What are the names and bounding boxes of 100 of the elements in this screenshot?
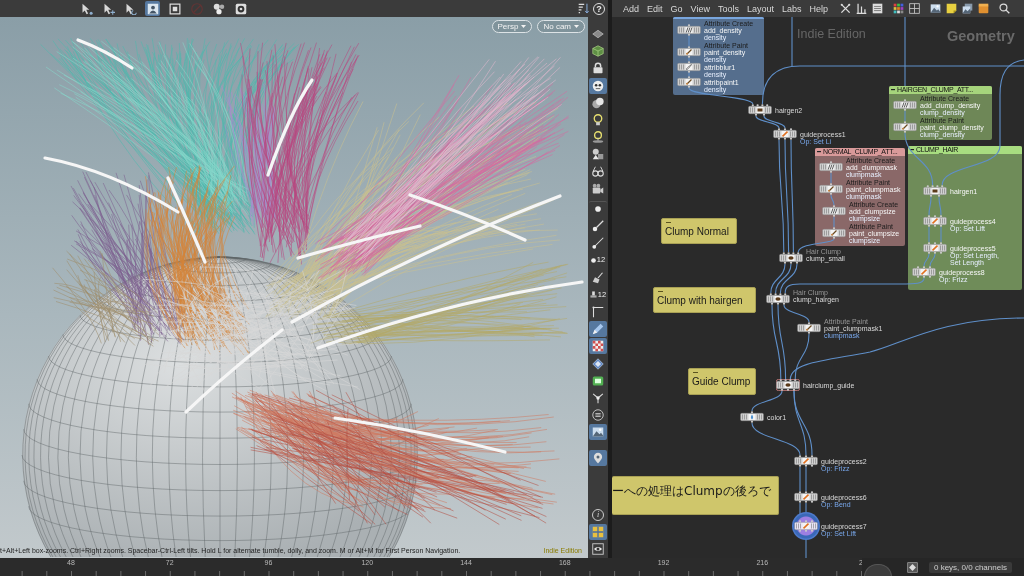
network-tool-button[interactable] — [929, 2, 941, 15]
minus-icon[interactable] — [817, 151, 821, 153]
connection-wire[interactable] — [763, 115, 786, 129]
node-tile[interactable] — [923, 185, 947, 197]
network-tool-button[interactable] — [892, 2, 904, 15]
menu-item[interactable]: Go — [670, 3, 683, 14]
minus-icon[interactable] — [693, 372, 698, 374]
viewport-tool-button[interactable] — [589, 449, 607, 466]
menu-item[interactable]: Edit — [647, 3, 663, 14]
connection-wire[interactable] — [775, 263, 792, 294]
picture-stack-icon — [961, 3, 973, 14]
menu-item[interactable]: Tools — [717, 3, 739, 14]
node-tile[interactable] — [822, 205, 846, 217]
connection-wire[interactable] — [777, 304, 787, 380]
viewport-tool-button[interactable] — [589, 407, 607, 424]
node-tile[interactable] — [794, 520, 818, 532]
connection-wire[interactable] — [778, 139, 785, 253]
node-tile[interactable] — [912, 266, 936, 278]
node-tile[interactable] — [822, 227, 846, 239]
connection-wire[interactable] — [770, 263, 786, 294]
node-tile[interactable] — [779, 252, 803, 264]
viewport-tool-button[interactable] — [589, 355, 607, 372]
sticky-note[interactable]: Clump with hairgen — [653, 287, 756, 313]
brush-stroke-icon — [802, 457, 810, 465]
menu-item[interactable]: Labs — [781, 3, 802, 14]
viewport-tool-button[interactable] — [167, 1, 182, 16]
viewport-tool-button[interactable] — [145, 1, 160, 16]
network-canvas[interactable] — [608, 17, 1024, 558]
channel-status-field[interactable]: 0 keys, 0/0 channels — [929, 561, 1012, 573]
sticky-note[interactable]: Guide Clump — [688, 368, 756, 395]
network-tool-button[interactable] — [839, 2, 851, 15]
network-tool-button[interactable] — [977, 2, 989, 15]
connection-wire[interactable] — [790, 139, 794, 253]
menu-item[interactable]: Help — [809, 3, 828, 14]
network-tool-button[interactable] — [908, 2, 920, 15]
checker-icon — [592, 340, 604, 353]
node-tile[interactable] — [677, 46, 701, 58]
viewport-tool-button[interactable] — [233, 1, 248, 16]
pin-icon — [592, 451, 604, 464]
brush-icon — [901, 123, 909, 130]
node-tile[interactable] — [677, 61, 701, 73]
connection-wire[interactable] — [784, 139, 790, 253]
node-tile[interactable] — [776, 379, 800, 391]
minus-icon[interactable] — [666, 222, 671, 224]
viewport-tool-button[interactable] — [589, 424, 607, 441]
node-tile[interactable] — [740, 411, 764, 423]
node-tile[interactable] — [677, 76, 701, 88]
node-tile[interactable] — [923, 242, 947, 254]
viewport-tool-button[interactable] — [589, 43, 607, 60]
connection-wire[interactable] — [688, 87, 754, 105]
viewport-tool-button[interactable] — [589, 523, 607, 540]
minus-icon[interactable] — [891, 89, 895, 91]
node-tile[interactable] — [923, 215, 947, 227]
diamond-icon[interactable] — [907, 561, 918, 573]
network-tool-button[interactable] — [945, 2, 957, 15]
viewport-tool-button[interactable] — [211, 1, 226, 16]
network-tool-button[interactable] — [855, 2, 867, 15]
node-tile[interactable] — [794, 491, 818, 503]
menu-item[interactable]: View — [690, 3, 710, 14]
connection-wire[interactable] — [771, 304, 782, 380]
minus-icon[interactable] — [910, 149, 914, 151]
shapes-icon — [592, 148, 604, 161]
connection-wire[interactable] — [789, 317, 1024, 380]
network-tool-button[interactable] — [961, 2, 973, 15]
connection-wire[interactable] — [761, 65, 1024, 105]
node-tile[interactable] — [766, 293, 790, 305]
viewport-tool-button[interactable] — [589, 321, 607, 338]
grid-icon — [908, 3, 920, 14]
network-tool-button[interactable] — [871, 2, 883, 15]
viewport-tool-button[interactable] — [589, 77, 607, 94]
node-tile[interactable] — [773, 128, 797, 140]
brush-icon — [830, 229, 838, 236]
node-tile[interactable] — [893, 121, 917, 133]
node-tile[interactable] — [893, 99, 917, 111]
sticky-note[interactable]: Clump Normal — [661, 218, 737, 244]
node-tile[interactable] — [819, 183, 843, 195]
viewport-tool-button[interactable] — [589, 338, 607, 355]
menu-item[interactable]: Add — [623, 3, 639, 14]
connection-wire[interactable] — [751, 390, 783, 412]
brush-icon — [805, 324, 813, 331]
menu-item[interactable]: Layout — [746, 3, 774, 14]
cursor-arrow-icon — [80, 2, 93, 15]
node-tile[interactable] — [748, 104, 772, 116]
node-tile[interactable] — [794, 455, 818, 467]
network-tool-button[interactable] — [998, 2, 1010, 15]
round-handle[interactable] — [864, 563, 892, 576]
cube-icon — [592, 45, 604, 58]
node-tile[interactable] — [797, 322, 821, 334]
connection-wire[interactable] — [783, 304, 810, 323]
node-tile[interactable] — [819, 161, 843, 173]
minus-icon[interactable] — [658, 291, 663, 293]
lock-icon — [592, 62, 604, 75]
node-tile[interactable] — [677, 24, 701, 36]
viewport-tool-button[interactable] — [576, 1, 591, 16]
viewport-tool-button[interactable] — [589, 540, 607, 557]
connection-wire[interactable] — [793, 390, 813, 456]
connection-wire[interactable] — [794, 333, 810, 380]
sticky-note[interactable]: ーへの処理はClumpの後ろで — [612, 476, 779, 515]
cursor-rotate-icon — [124, 2, 137, 15]
connection-wire[interactable] — [755, 115, 780, 129]
